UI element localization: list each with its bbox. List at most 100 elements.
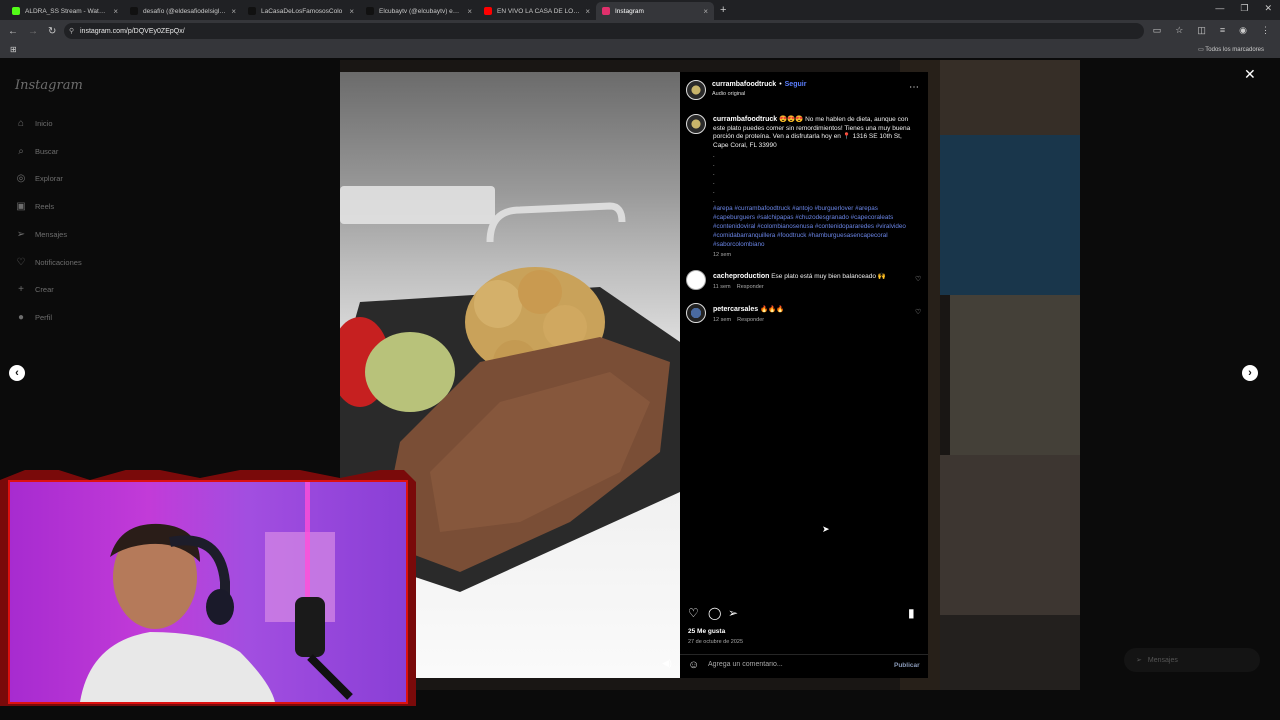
- caption-dot: .: [713, 171, 715, 177]
- comment-2-text: 🔥🔥🔥: [759, 306, 785, 313]
- post-date: 27 de octubre de 2025: [688, 639, 744, 645]
- next-post-button[interactable]: ›: [1242, 365, 1258, 381]
- nav-icon: ◎: [16, 173, 26, 185]
- nav-item-buscar[interactable]: ⌕ Buscar: [15, 146, 58, 157]
- comment-2-reply[interactable]: Responder: [737, 317, 764, 323]
- follow-button[interactable]: Seguir: [785, 81, 807, 88]
- tab-title: Instagram: [615, 7, 644, 15]
- forward-icon[interactable]: →: [28, 26, 38, 37]
- maximize-icon[interactable]: ❐: [1240, 3, 1248, 14]
- profile-icon[interactable]: ◉: [1239, 25, 1247, 36]
- all-bookmarks[interactable]: ▭ Todos los marcadores: [1198, 46, 1264, 53]
- browser-tab[interactable]: Instagram ×: [596, 2, 714, 20]
- close-modal-icon[interactable]: ✕: [1244, 66, 1256, 83]
- author-username[interactable]: currambafoodtruck: [712, 81, 776, 88]
- browser-tab[interactable]: desafío (@eldesafiodelsiglo02 ×: [124, 2, 242, 20]
- comment-2-meta: 12 sem Responder: [713, 317, 764, 323]
- more-options-icon[interactable]: ⋯: [909, 82, 919, 93]
- tab-title: LaCasaDeLosFamososColo: [261, 7, 343, 15]
- nav-label: Explorar: [35, 174, 63, 184]
- apps-icon[interactable]: ⊞: [10, 45, 17, 54]
- url-text: instagram.com/p/DQVEy0ZEpQx/: [80, 27, 185, 35]
- previous-post-button[interactable]: ‹: [9, 365, 25, 381]
- messages-pill[interactable]: ➢ Mensajes: [1124, 648, 1260, 672]
- comment-bar: ☺ Publicar: [680, 654, 928, 678]
- reload-icon[interactable]: ↻: [48, 26, 56, 37]
- new-tab-icon[interactable]: +: [720, 4, 726, 16]
- share-icon[interactable]: ➢: [728, 606, 738, 620]
- commenter-avatar[interactable]: [686, 270, 706, 290]
- tab-close-icon[interactable]: ×: [113, 7, 118, 16]
- comment-1-meta: 11 sem Responder: [713, 284, 764, 290]
- comment-input[interactable]: [708, 661, 878, 668]
- url-field[interactable]: ⚲ instagram.com/p/DQVEy0ZEpQx/: [64, 23, 1144, 39]
- comment-2: petercarsales 🔥🔥🔥: [713, 305, 784, 313]
- browser-tab[interactable]: LaCasaDeLosFamososColo ×: [242, 2, 360, 20]
- bookmark-star-icon[interactable]: ☆: [1175, 25, 1183, 36]
- nav-item-perfil[interactable]: ● Perfil: [15, 312, 52, 323]
- tab-close-icon[interactable]: ×: [467, 7, 472, 16]
- tab-close-icon[interactable]: ×: [349, 7, 354, 16]
- emoji-icon[interactable]: ☺: [688, 659, 699, 671]
- browser-tab[interactable]: Elcubaytv (@elcubaytv) está LIV ×: [360, 2, 478, 20]
- site-info-icon[interactable]: ⚲: [69, 27, 74, 35]
- comment-2-age: 12 sem: [713, 317, 732, 323]
- browser-tab[interactable]: ALDRA_SS Stream - Watch Live ×: [6, 2, 124, 20]
- publish-button[interactable]: Publicar: [894, 662, 920, 669]
- save-icon[interactable]: ▮: [908, 606, 915, 620]
- caption-username[interactable]: currambafoodtruck: [713, 116, 777, 123]
- tab-title: Elcubaytv (@elcubaytv) está LIV: [379, 7, 462, 15]
- address-bar-row: ← → ↻ ⚲ instagram.com/p/DQVEy0ZEpQx/ ▭ ☆…: [0, 20, 1280, 42]
- likes-count[interactable]: 25 Me gusta: [688, 628, 725, 635]
- close-window-icon[interactable]: ✕: [1264, 3, 1272, 14]
- audio-label[interactable]: Audio original: [712, 91, 745, 97]
- tab-title: EN VIVO LA CASA DE LOS F: [497, 7, 581, 15]
- nav-label: Notificaciones: [35, 257, 82, 267]
- browser-tab[interactable]: EN VIVO LA CASA DE LOS F ×: [478, 2, 596, 20]
- comment-1: cacheproduction Ese plato está muy bien …: [713, 272, 886, 280]
- nav-icon: ▣: [16, 201, 26, 213]
- comment-1-like-icon[interactable]: ♡: [915, 275, 921, 283]
- back-icon[interactable]: ←: [8, 26, 18, 37]
- comment-1-user[interactable]: cacheproduction: [713, 273, 769, 280]
- post-caption: currambafoodtruck 😍😍😍 No me hablen de di…: [713, 116, 913, 150]
- nav-item-inicio[interactable]: ⌂ Inicio: [15, 118, 53, 129]
- minimize-icon[interactable]: —: [1215, 3, 1224, 14]
- caption-avatar[interactable]: [686, 114, 706, 134]
- nav-item-explorar[interactable]: ◎ Explorar: [15, 173, 63, 184]
- tab-favicon-icon: [484, 7, 492, 15]
- tab-close-icon[interactable]: ×: [703, 7, 708, 16]
- caption-dot: .: [713, 153, 715, 159]
- mute-icon[interactable]: ◀): [662, 658, 672, 669]
- comment-2-user[interactable]: petercarsales: [713, 306, 758, 313]
- extensions-icon[interactable]: ≡: [1220, 25, 1225, 36]
- commenter-avatar[interactable]: [686, 303, 706, 323]
- nav-item-notificaciones[interactable]: ♡ Notificaciones: [15, 257, 82, 268]
- comment-1-age: 11 sem: [713, 284, 731, 290]
- like-icon[interactable]: ♡: [688, 606, 699, 620]
- menu-icon[interactable]: ⋮: [1261, 25, 1270, 36]
- comment-icon[interactable]: ◯: [708, 606, 721, 620]
- nav-icon: ♡: [16, 256, 26, 268]
- install-icon[interactable]: ▭: [1153, 25, 1162, 36]
- nav-item-mensajes[interactable]: ➢ Mensajes: [15, 229, 67, 240]
- nav-icon: ⌂: [17, 118, 25, 129]
- hashtags[interactable]: #arepa #currambafoodtruck #antojo #burgu…: [713, 204, 918, 249]
- nav-label: Perfil: [35, 312, 53, 322]
- instagram-logo[interactable]: Instagram: [15, 78, 83, 93]
- tab-close-icon[interactable]: ×: [585, 7, 590, 16]
- nav-icon: +: [18, 284, 24, 296]
- caption-dot: .: [713, 189, 715, 195]
- sidepanel-icon[interactable]: ◫: [1197, 25, 1206, 36]
- browser-tab-bar: ALDRA_SS Stream - Watch Live×desafío (@e…: [0, 0, 1280, 20]
- nav-item-reels[interactable]: ▣ Reels: [15, 201, 54, 212]
- nav-item-crear[interactable]: + Crear: [15, 284, 54, 295]
- post-info-panel: currambafoodtruck • Seguir Audio origina…: [680, 72, 928, 678]
- tab-favicon-icon: [366, 7, 374, 15]
- mouse-cursor-icon: ➤: [822, 524, 830, 534]
- comment-2-like-icon[interactable]: ♡: [915, 308, 921, 316]
- tab-close-icon[interactable]: ×: [231, 7, 236, 16]
- comment-1-reply[interactable]: Responder: [737, 284, 764, 290]
- comment-1-text: Ese plato está muy bien balanceado 🙌: [771, 273, 886, 280]
- author-avatar[interactable]: [686, 80, 706, 100]
